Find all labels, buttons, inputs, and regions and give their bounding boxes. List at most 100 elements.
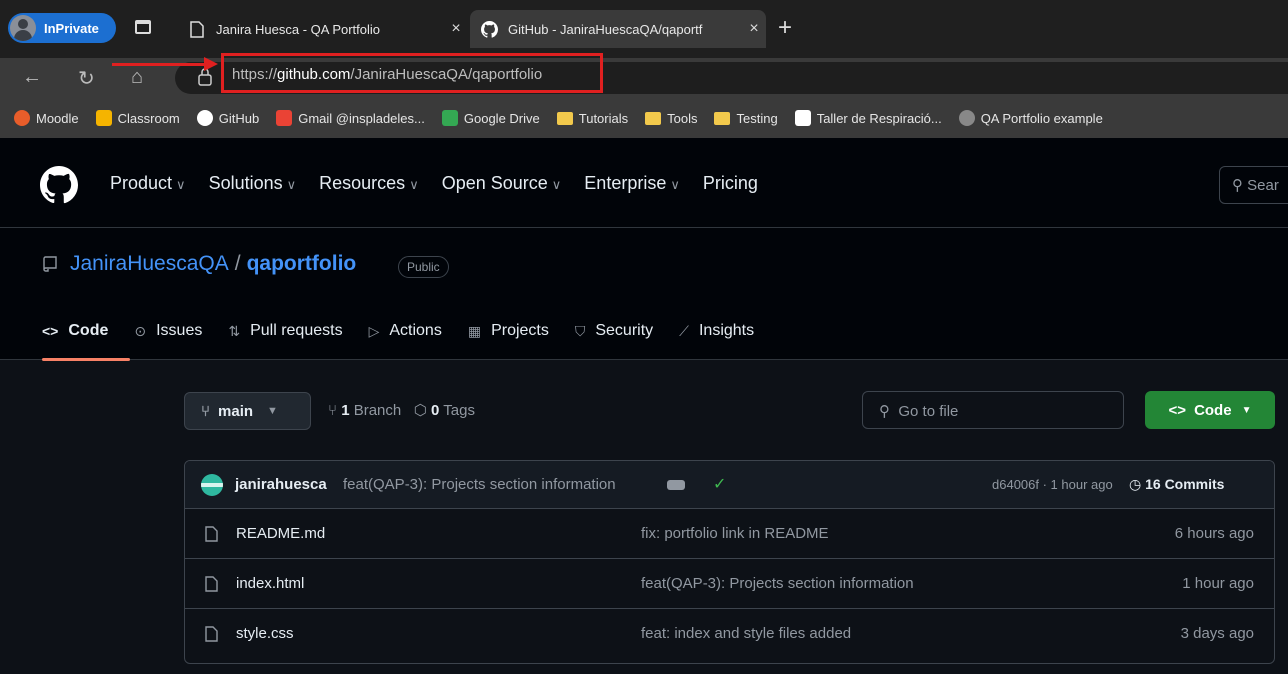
bookmark-label: Tools: [667, 110, 698, 126]
bookmark-item[interactable]: GitHub: [196, 110, 259, 126]
file-commit-message[interactable]: feat: index and style files added: [641, 625, 851, 642]
chevron-down-icon: ∨: [176, 177, 186, 192]
bookmark-label: QA Portfolio example: [980, 110, 1103, 126]
commit-hash-time[interactable]: d64006f · 1 hour ago: [992, 477, 1113, 492]
drive-icon: [441, 110, 458, 126]
repo-header: JaniraHuescaQA / qaportfolio Public <> Code…: [0, 228, 1288, 361]
bookmark-item[interactable]: Gmail @inspladeles...: [276, 110, 425, 126]
tab-actions[interactable]: ▷ Actions: [369, 322, 442, 340]
branch-icon: ⑂: [328, 402, 338, 419]
table-row: style.css feat: index and style files add…: [185, 609, 1274, 659]
bookmark-label: Moodle: [36, 110, 79, 126]
nav-enterprise[interactable]: Enterprise ∨: [584, 173, 680, 194]
search-icon: ⚲: [879, 403, 890, 420]
commits-link[interactable]: ◷ 16 Commits: [1129, 476, 1224, 493]
graph-icon: ⟋: [679, 322, 689, 339]
highlight-box: [221, 53, 603, 93]
github-logo-icon[interactable]: [40, 166, 78, 204]
file-commit-message[interactable]: fix: portfolio link in README: [641, 525, 829, 542]
avatar[interactable]: [201, 474, 223, 496]
search-placeholder: Sear: [1247, 177, 1279, 194]
repo-title: JaniraHuescaQA / qaportfolio: [70, 252, 356, 276]
search-icon: ⚲: [1232, 177, 1243, 194]
branch-name: main: [218, 402, 254, 420]
bookmark-item[interactable]: Taller de Respiració...: [794, 110, 942, 126]
tab-insights[interactable]: ⟋ Insights: [679, 322, 754, 340]
home-icon[interactable]: ⌂: [131, 66, 143, 89]
close-tab-icon[interactable]: ×: [742, 20, 766, 38]
bookmark-label: Tutorials: [578, 110, 629, 126]
notion-icon: [794, 110, 811, 126]
latest-commit-row: janirahuesca feat(QAP-3): Projects secti…: [185, 461, 1274, 509]
github-global-nav: Product ∨ Solutions ∨ Resources ∨ Open Sour…: [110, 173, 781, 194]
browser-tab-github[interactable]: GitHub - JaniraHuescaQA/qaportf ×: [470, 10, 766, 48]
visibility-badge: Public: [398, 256, 449, 278]
nav-pricing[interactable]: Pricing: [703, 173, 758, 194]
github-icon: [196, 110, 213, 126]
chevron-down-icon: ∨: [670, 177, 680, 192]
nav-product[interactable]: Product ∨: [110, 173, 186, 194]
tab-label: Insights: [698, 322, 755, 339]
code-button-label: Code: [1194, 401, 1232, 419]
tab-actions-icon[interactable]: [135, 20, 151, 34]
tab-title: Janira Huesca - QA Portfolio: [216, 21, 381, 37]
bookmark-item[interactable]: Tutorials: [556, 110, 629, 126]
commit-author[interactable]: janirahuesca: [235, 476, 327, 493]
lock-icon[interactable]: [198, 68, 212, 91]
tags-link[interactable]: ⬡ 0 Tags: [414, 402, 475, 419]
repo-icon: [43, 256, 57, 272]
branch-selector-button[interactable]: ⑂ main ▼: [184, 392, 311, 430]
tab-label: Projects: [491, 322, 549, 339]
file-commit-message[interactable]: feat(QAP-3): Projects section informatio…: [641, 575, 914, 592]
tab-security[interactable]: ⛉ Security: [575, 322, 653, 340]
folder-icon: [714, 111, 731, 125]
caret-down-icon: ▼: [1241, 404, 1252, 416]
bookmark-item[interactable]: QA Portfolio example: [958, 110, 1103, 126]
bookmark-item[interactable]: Testing: [714, 110, 778, 126]
bookmark-item[interactable]: Classroom: [95, 110, 180, 126]
file-name[interactable]: README.md: [236, 525, 325, 542]
nav-open-source[interactable]: Open Source ∨: [442, 173, 562, 194]
check-icon[interactable]: ✓: [713, 474, 726, 494]
bookmark-item[interactable]: Google Drive: [441, 110, 540, 126]
ellipsis-icon[interactable]: [667, 480, 685, 490]
browser-tab-portfolio[interactable]: Janira Huesca - QA Portfolio ×: [178, 9, 468, 49]
new-tab-button[interactable]: +: [778, 14, 792, 42]
active-tab-underline: [42, 358, 130, 361]
bookmarks-bar: Moodle Classroom GitHub Gmail @inspladeles.…: [0, 98, 1288, 138]
branch-icon: ⑂: [201, 402, 211, 420]
reload-icon[interactable]: ↻: [78, 66, 95, 91]
tab-code[interactable]: <> Code: [42, 322, 108, 340]
shield-icon: ⛉: [574, 322, 586, 339]
tab-pull-requests[interactable]: ⇅ Pull requests: [228, 322, 342, 340]
back-icon[interactable]: ←: [22, 66, 42, 89]
pull-request-icon: ⇅: [228, 322, 241, 339]
branches-link[interactable]: ⑂ 1 Branch: [328, 402, 401, 419]
bookmark-item[interactable]: Moodle: [14, 110, 79, 126]
table-row: index.html feat(QAP-3): Projects section …: [185, 559, 1274, 609]
inprivate-label: InPrivate: [44, 20, 99, 36]
inprivate-badge[interactable]: InPrivate: [8, 13, 116, 43]
browser-tab-bar: InPrivate Janira Huesca - QA Portfolio ×…: [0, 0, 1288, 58]
commit-message[interactable]: feat(QAP-3): Projects section informatio…: [343, 476, 616, 493]
file-name[interactable]: index.html: [236, 575, 304, 592]
bookmark-label: Google Drive: [463, 110, 540, 126]
code-button[interactable]: <> Code ▼: [1145, 391, 1275, 429]
issue-icon: ⊙: [134, 322, 147, 339]
go-to-file-placeholder: Go to file: [898, 403, 959, 420]
repo-name-link[interactable]: qaportfolio: [247, 252, 357, 275]
file-icon: [205, 576, 218, 592]
bookmark-item[interactable]: Tools: [645, 111, 697, 126]
tab-label: Security: [595, 322, 654, 339]
nav-resources[interactable]: Resources ∨: [319, 173, 419, 194]
search-input[interactable]: ⚲ Sear: [1219, 166, 1288, 204]
close-tab-icon[interactable]: ×: [444, 20, 468, 38]
repo-owner-link[interactable]: JaniraHuescaQA: [70, 252, 229, 275]
go-to-file-input[interactable]: ⚲ Go to file: [862, 391, 1124, 429]
tab-issues[interactable]: ⊙ Issues: [134, 322, 202, 340]
bookmark-label: Testing: [736, 110, 778, 126]
nav-solutions[interactable]: Solutions ∨: [209, 173, 297, 194]
tab-projects[interactable]: ▦ Projects: [468, 322, 549, 340]
file-name[interactable]: style.css: [236, 625, 294, 642]
folder-icon: [645, 111, 662, 125]
